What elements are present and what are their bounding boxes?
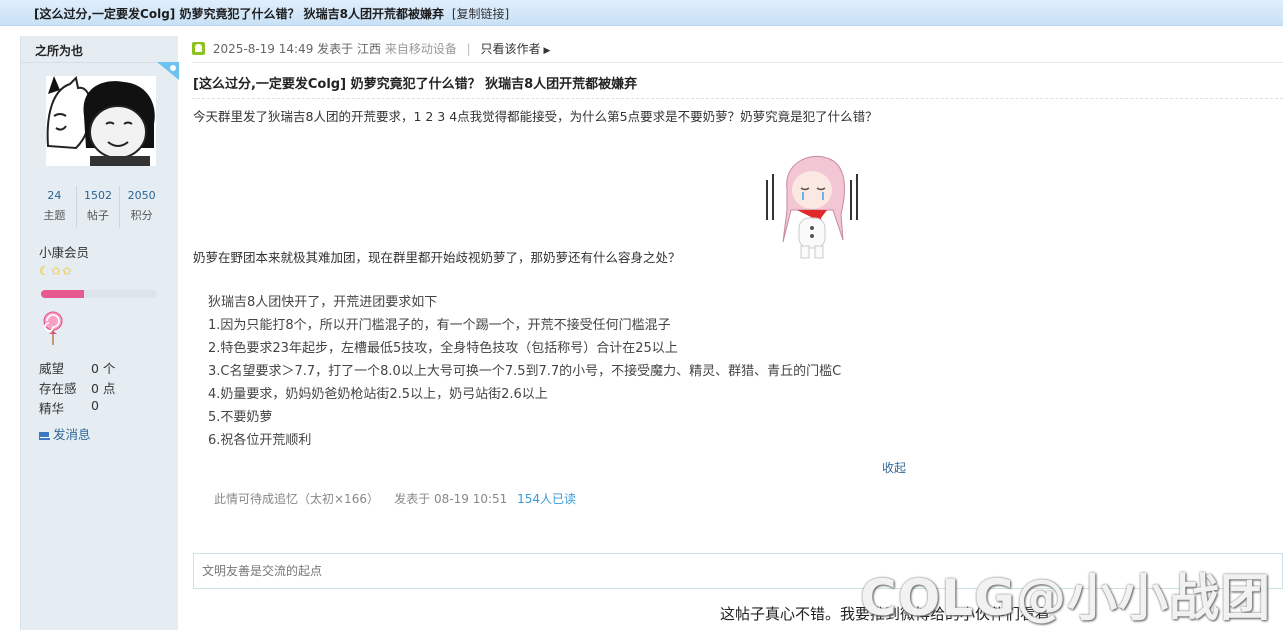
user-rank[interactable]: 小康会员: [39, 242, 89, 261]
stat-points[interactable]: 2050 积分: [119, 186, 163, 228]
requirement-line: 4.奶量要求，奶妈奶爸奶枪站街2.5以上，奶弓站街2.6以上: [208, 387, 548, 402]
mail-icon: [39, 431, 50, 440]
requirement-line: 6.祝各位开荒顺利: [208, 433, 312, 448]
requirement-line: 2.特色要求23年起步，左槽最低5技攻，全身特色技攻（包括称号）合计在25以上: [208, 341, 678, 356]
stat-value: 1502: [84, 189, 112, 202]
field-label: 存在感: [39, 381, 77, 396]
author-stats: 24 主题 1502 帖子 2050 积分: [33, 186, 163, 228]
copy-link-label[interactable]: [复制链接]: [452, 7, 509, 21]
post-location: 发表于 江西: [317, 42, 381, 56]
stat-label: 帖子: [87, 209, 109, 222]
thread-title: [这么过分,一定要发Colg] 奶萝究竟犯了什么错？ 狄瑞吉8人团开荒都被嫌弃: [34, 7, 444, 21]
author-profile-panel: 之所为也 24 主题 1502 帖子 2050 积分 小康会员 ☾✩✩ 威望 0…: [20, 36, 179, 630]
read-count-link[interactable]: 154人已读: [517, 492, 576, 506]
meta-divider: |: [466, 42, 471, 56]
collapse-link[interactable]: 收起: [882, 459, 906, 476]
post-date: 2025-8-19 14:49: [212, 42, 314, 56]
requirement-line: 5.不要奶萝: [208, 410, 273, 425]
lollipop-medal-icon[interactable]: [41, 310, 65, 346]
rank-progress-bar: [41, 290, 157, 298]
post-meta: 2025-8-19 14:49 发表于 江西 来自移动设备 | 只看该作者 ▶: [192, 40, 550, 57]
author-name[interactable]: 之所为也: [35, 42, 83, 59]
avatar[interactable]: [46, 76, 156, 166]
signature-time: 发表于 08-19 10:51: [394, 492, 508, 506]
rank-progress-fill: [41, 290, 84, 298]
send-message-label[interactable]: 发消息: [53, 427, 91, 442]
divider: [192, 98, 1283, 99]
prestige-field: 威望 0 个: [39, 358, 115, 377]
stat-value: 2050: [127, 189, 156, 202]
presence-field: 存在感 0 点: [39, 378, 115, 397]
watermark: COLG@小小战团: [860, 569, 1272, 627]
copy-link-button[interactable]: [复制链接]: [452, 7, 509, 21]
send-message-button[interactable]: 发消息: [39, 424, 91, 443]
post-source: 来自移动设备: [384, 42, 457, 56]
field-label: 威望: [39, 361, 65, 376]
stat-label: 主题: [43, 209, 66, 222]
digest-field: 精华 0: [39, 398, 99, 417]
stat-value: 24: [47, 189, 62, 202]
requirement-line: 3.C名望要求＞7.7，打了一个8.0以上大号可换一个7.5到7.7的小号，不接…: [208, 364, 842, 379]
post-paragraph: 奶萝在野团本来就极其难加团，现在群里都开始歧视奶萝了，那奶萝还有什么容身之处？: [193, 250, 681, 265]
stat-posts[interactable]: 1502 帖子: [75, 186, 120, 228]
field-value: 0 个: [91, 361, 116, 376]
thread-title-bar: [这么过分,一定要发Colg] 奶萝究竟犯了什么错？ 狄瑞吉8人团开荒都被嫌弃 …: [0, 0, 1283, 26]
post-paragraph: 今天群里发了狄瑞吉8人团的开荒要求，1 2 3 4点我觉得都能接受，为什么第5点…: [193, 109, 878, 124]
rank-stars-icon: ☾✩✩: [39, 264, 73, 278]
requirement-line: 1.因为只能打8个，所以开门槛混子的，有一个踢一个，开荒不接受任何门槛混子: [208, 318, 671, 333]
post-title: [这么过分,一定要发Colg] 奶萝究竟犯了什么错？ 狄瑞吉8人团开荒都被嫌弃: [193, 77, 638, 92]
field-label: 精华: [39, 401, 65, 416]
field-value: 0 点: [91, 381, 116, 396]
requirement-line: 狄瑞吉8人团快开了，开荒进团要求如下: [208, 295, 438, 310]
divider: [21, 62, 179, 63]
field-value: 0: [91, 398, 99, 413]
only-author-link[interactable]: 只看该作者: [481, 42, 541, 56]
stat-threads[interactable]: 24 主题: [33, 186, 76, 228]
divider: [192, 62, 1283, 63]
crying-girl-sticker-image: [757, 150, 867, 262]
stat-label: 积分: [130, 209, 153, 222]
post-signature: 此情可待成追忆（太初×166） 发表于 08-19 10:51 154人已读: [214, 490, 576, 507]
online-status-icon: [192, 42, 205, 55]
caret-right-icon: ▶: [543, 46, 551, 56]
signature-text: 此情可待成追忆（太初×166）: [214, 492, 379, 506]
online-corner-icon: [157, 62, 179, 80]
